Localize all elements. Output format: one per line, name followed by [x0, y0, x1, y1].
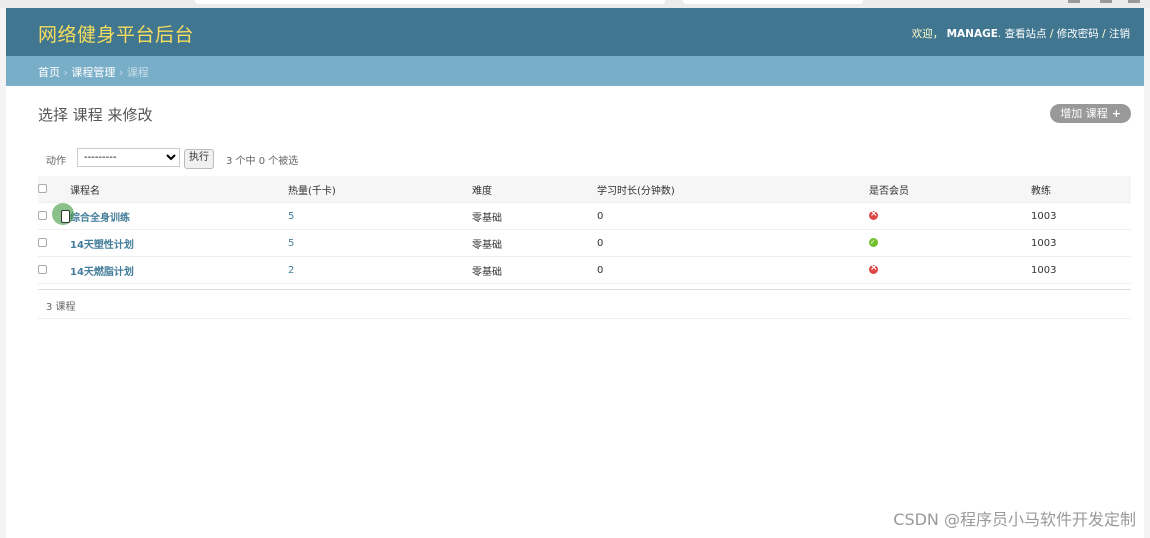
separator: . [997, 28, 1002, 40]
course-name-cell: 14天燃脂计划 [70, 256, 288, 284]
coach-cell: 1003 [1031, 256, 1131, 284]
calories-cell: 5 [288, 229, 472, 257]
column-header[interactable]: 是否会员 [869, 176, 1031, 203]
user-tools: 欢迎， MANAGE. 查看站点 / 修改密码 / 注销 [912, 26, 1130, 41]
duration-cell: 0 [597, 256, 869, 284]
column-header[interactable]: 难度 [472, 176, 597, 203]
row-select-cell [38, 256, 70, 284]
course-name-link[interactable]: 综合全身训练 [70, 213, 130, 224]
course-name-cell: 综合全身训练 [70, 202, 288, 230]
member-cell [869, 202, 1031, 230]
browser-search-bar[interactable] [683, 0, 863, 4]
add-course-button[interactable]: 增加 课程 + [1050, 104, 1131, 123]
breadcrumb-separator: › [115, 66, 127, 79]
row-select-cell [38, 229, 70, 257]
calories-cell: 5 [288, 202, 472, 230]
browser-icon[interactable] [1100, 0, 1112, 3]
row-checkbox[interactable] [38, 238, 47, 247]
difficulty-cell: 零基础 [472, 256, 597, 284]
browser-icon[interactable] [1128, 0, 1140, 3]
yes-icon [869, 236, 878, 248]
view-site-link[interactable]: 查看站点 [1005, 28, 1047, 40]
action-label: 动作 [46, 156, 66, 167]
watermark: CSDN @程序员小马软件开发定制 [893, 510, 1136, 529]
row-checkbox[interactable] [38, 265, 47, 274]
column-header[interactable]: 教练 [1031, 176, 1131, 203]
site-brand[interactable]: 网络健身平台后台 [38, 20, 194, 47]
column-header[interactable]: 课程名 [70, 176, 288, 203]
change-password-link[interactable]: 修改密码 [1057, 28, 1099, 40]
select-all-checkbox[interactable] [38, 184, 47, 193]
row-checkbox[interactable] [38, 211, 47, 220]
course-name-link[interactable]: 14天塑性计划 [70, 240, 134, 251]
breadcrumb-home[interactable]: 首页 [38, 66, 60, 79]
coach-cell: 1003 [1031, 202, 1131, 230]
no-icon [869, 208, 878, 220]
duration-cell: 0 [597, 202, 869, 230]
execute-button[interactable]: 执行 [184, 149, 214, 169]
selection-counter: 3 个中 0 个被选 [226, 156, 299, 167]
difficulty-cell: 零基础 [472, 202, 597, 230]
table-row: 14天燃脂计划 2 零基础 0 1003 [38, 256, 1131, 284]
no-icon [869, 262, 878, 274]
calories-cell: 2 [288, 256, 472, 284]
page-title: 选择 课程 来修改 [38, 106, 153, 124]
select-all-cell [38, 176, 70, 203]
difficulty-cell: 零基础 [472, 229, 597, 257]
result-count: 3 课程 [46, 302, 76, 313]
table-row: 14天塑性计划 5 零基础 0 1003 [38, 229, 1131, 257]
separator: / [1098, 28, 1109, 40]
column-header[interactable]: 热量(千卡) [288, 176, 472, 203]
browser-address-bar[interactable] [195, 0, 665, 4]
column-header[interactable]: 学习时长(分钟数) [597, 176, 869, 203]
browser-icon[interactable] [1068, 0, 1080, 3]
logout-link[interactable]: 注销 [1109, 28, 1130, 40]
breadcrumb-app[interactable]: 课程管理 [71, 66, 115, 79]
admin-header: 网络健身平台后台 欢迎， MANAGE. 查看站点 / 修改密码 / 注销 [6, 8, 1144, 56]
coach-cell: 1003 [1031, 229, 1131, 257]
add-course-label: 增加 课程 [1060, 107, 1108, 120]
duration-cell: 0 [597, 229, 869, 257]
username: MANAGE [946, 28, 998, 40]
table-row: 综合全身训练 5 零基础 0 1003 [38, 202, 1131, 230]
mouse-cursor-icon [52, 203, 74, 225]
table-header-row: 课程名 热量(千卡) 难度 学习时长(分钟数) 是否会员 教练 [38, 176, 1131, 203]
member-cell [869, 256, 1031, 284]
admin-frame: 网络健身平台后台 欢迎， MANAGE. 查看站点 / 修改密码 / 注销 首页… [6, 8, 1144, 538]
course-name-cell: 14天塑性计划 [70, 229, 288, 257]
separator: / [1046, 28, 1057, 40]
welcome-text: 欢迎， [911, 28, 944, 40]
breadcrumb-separator: › [60, 66, 72, 79]
plus-icon: + [1111, 107, 1121, 120]
breadcrumb: 首页 › 课程管理 › 课程 [6, 56, 1144, 86]
course-name-link[interactable]: 14天燃脂计划 [70, 267, 134, 278]
breadcrumb-current: 课程 [126, 66, 149, 79]
actions-bar: 动作 --------- 执行 3 个中 0 个被选 [38, 148, 1131, 169]
member-cell [869, 229, 1031, 257]
results-table: 课程名 热量(千卡) 难度 学习时长(分钟数) 是否会员 教练 综合全身训练 5… [38, 176, 1131, 284]
browser-top-strip [0, 0, 1150, 8]
paginator: 3 课程 [38, 289, 1131, 319]
action-select[interactable]: --------- [77, 148, 180, 167]
